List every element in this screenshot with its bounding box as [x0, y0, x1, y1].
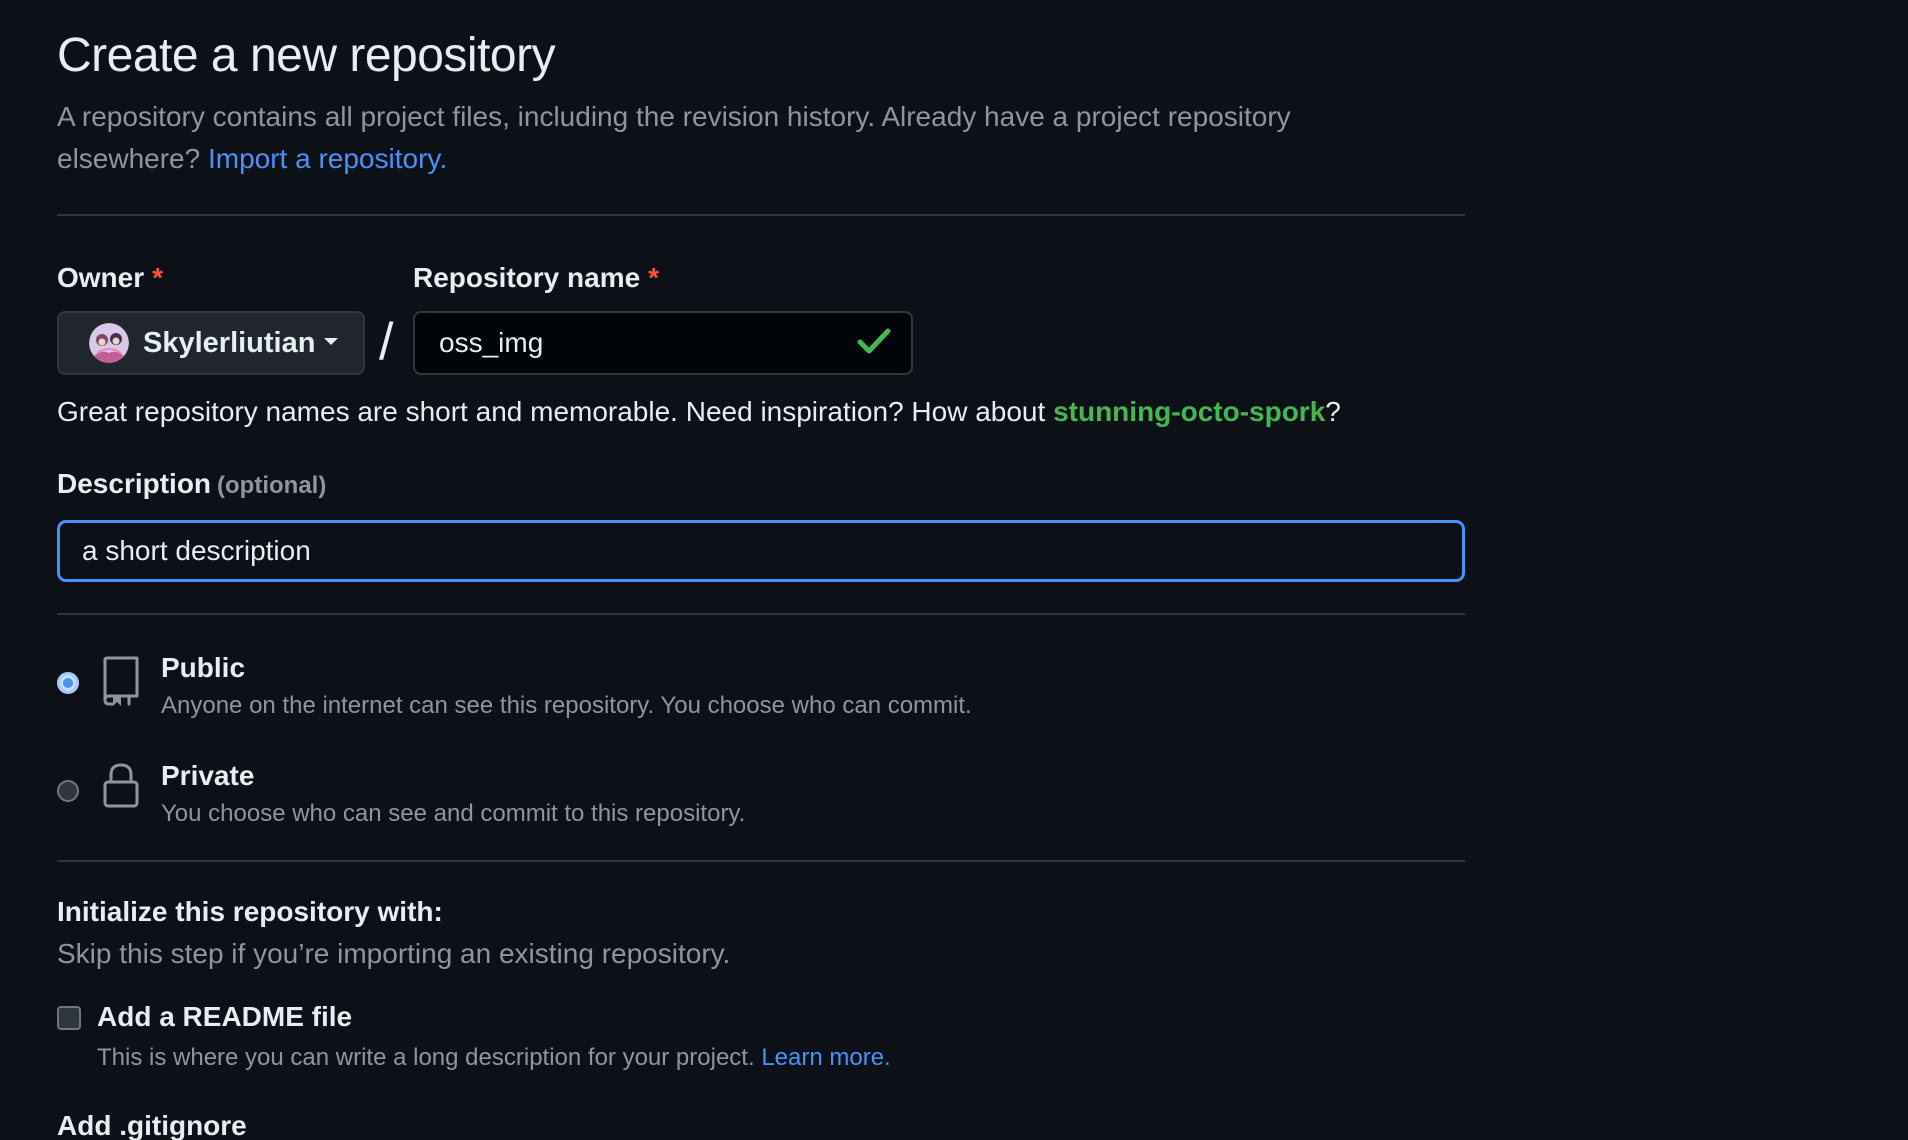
create-repository-page: Create a new repository A repository con… [0, 0, 1908, 1140]
owner-label: Owner * [57, 262, 163, 294]
divider [57, 214, 1465, 216]
optional-tag: (optional) [217, 472, 327, 499]
required-asterisk: * [648, 262, 660, 293]
public-description: Anyone on the internet can see this repo… [161, 692, 972, 719]
repository-name-label-text: Repository name [413, 262, 641, 293]
private-description: You choose who can see and commit to thi… [161, 800, 746, 827]
check-icon [857, 327, 891, 360]
readme-checkbox[interactable] [57, 1006, 81, 1030]
required-asterisk: * [152, 262, 164, 293]
public-title: Public [161, 652, 246, 683]
divider [57, 613, 1465, 615]
owner-repo-separator: / [379, 313, 394, 371]
description-input[interactable]: a short description [57, 520, 1465, 582]
description-value: a short description [82, 535, 311, 566]
suggested-name-link[interactable]: stunning-octo-spork [1053, 396, 1325, 427]
description-label: Description (optional) [57, 468, 326, 500]
page-subtitle: A repository contains all project files,… [57, 96, 1437, 180]
public-radio[interactable] [57, 672, 79, 694]
page-title: Create a new repository [57, 29, 556, 82]
initialize-title: Initialize this repository with: [57, 896, 443, 927]
divider [57, 860, 1465, 862]
readme-label[interactable]: Add a README file [97, 1001, 352, 1033]
caret-down-icon [323, 334, 339, 352]
avatar [89, 323, 129, 363]
owner-name: Skylerliutian [143, 326, 316, 359]
readme-description: This is where you can write a long descr… [97, 1044, 891, 1072]
repository-name-value: oss_img [439, 327, 544, 358]
hint-suffix: ? [1325, 396, 1341, 427]
private-title: Private [161, 760, 255, 791]
private-radio[interactable] [57, 780, 79, 802]
visibility-option-private[interactable]: Private You choose who can see and commi… [57, 758, 1357, 838]
description-label-text: Description [57, 468, 212, 499]
hint-text: Great repository names are short and mem… [57, 396, 1046, 427]
readme-description-text: This is where you can write a long descr… [97, 1044, 755, 1071]
repository-name-hint: Great repository names are short and mem… [57, 396, 1341, 428]
owner-label-text: Owner [57, 262, 145, 293]
repository-name-label: Repository name * [413, 262, 659, 294]
initialize-subtitle: Skip this step if you’re importing an ex… [57, 938, 731, 969]
learn-more-link[interactable]: Learn more. [761, 1044, 890, 1071]
repository-name-input[interactable]: oss_img [413, 311, 913, 375]
repo-icon [101, 656, 141, 711]
import-repository-link[interactable]: Import a repository. [208, 143, 447, 174]
owner-dropdown[interactable]: Skylerliutian [57, 311, 365, 375]
lock-icon [101, 762, 141, 813]
gitignore-label: Add .gitignore [57, 1110, 247, 1140]
visibility-option-public[interactable]: Public Anyone on the internet can see th… [57, 650, 1357, 730]
